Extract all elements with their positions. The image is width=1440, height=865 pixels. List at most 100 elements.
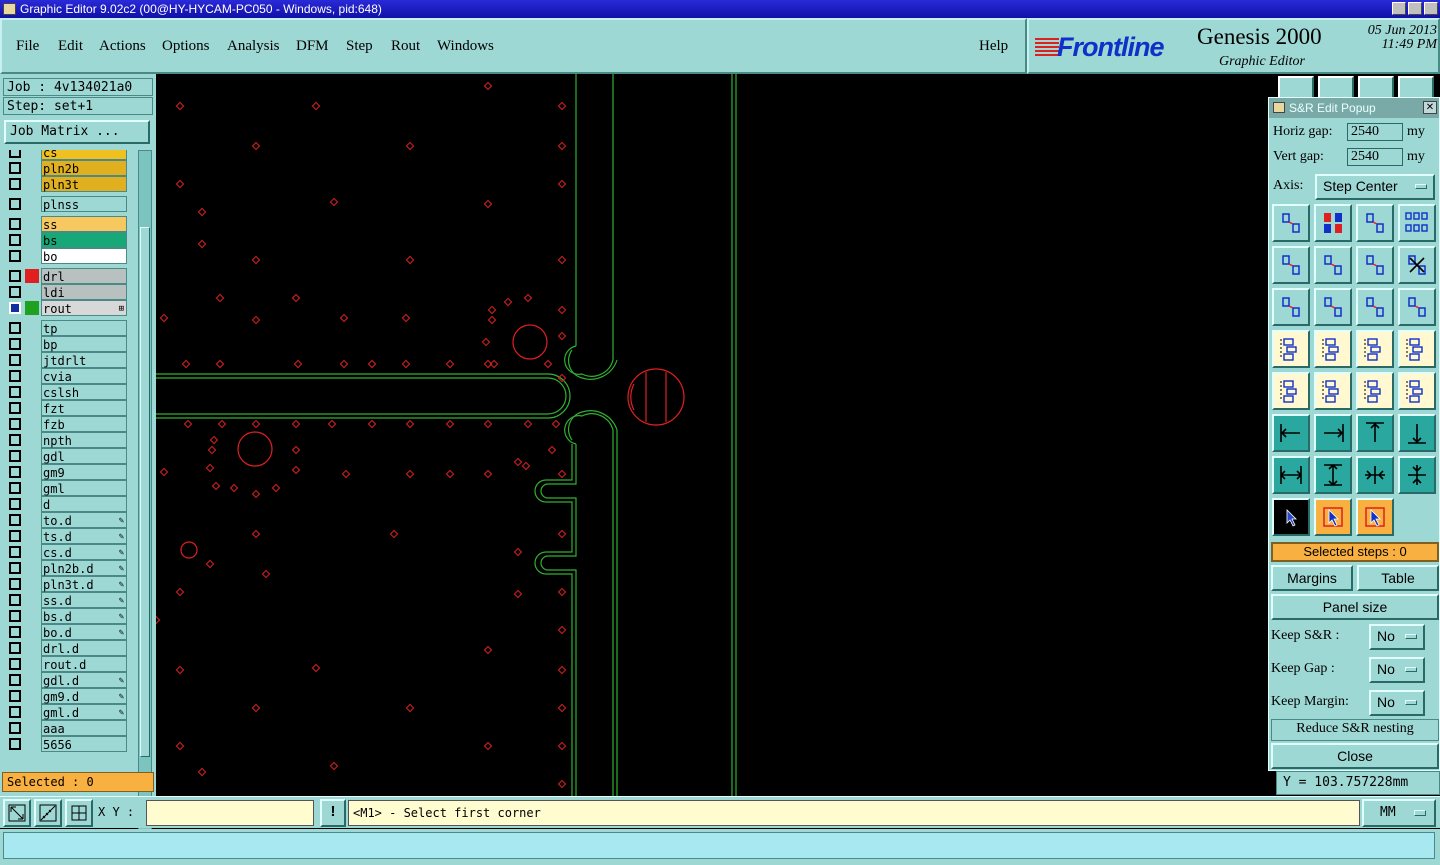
layer-checkbox[interactable] [9, 354, 21, 366]
align-bottom-group-button[interactable] [1398, 330, 1436, 368]
layer-checkbox[interactable] [9, 642, 21, 654]
layer-row-gdl[interactable]: gdl [5, 448, 127, 464]
layer-color-swatch[interactable] [25, 625, 39, 639]
layer-color-swatch[interactable] [25, 233, 39, 247]
layer-row-gm9-d[interactable]: gm9.d ✎ [5, 688, 127, 704]
layer-name[interactable]: ldi [41, 284, 127, 300]
layer-checkbox[interactable] [9, 338, 21, 350]
menu-help[interactable]: Help [979, 38, 1008, 55]
layer-color-swatch[interactable] [25, 337, 39, 351]
menu-edit[interactable]: Edit [58, 38, 83, 55]
delete-step-button[interactable] [1398, 246, 1436, 284]
layer-name[interactable]: bs [41, 232, 127, 248]
layer-checkbox[interactable] [9, 498, 21, 510]
layer-name[interactable]: gm9 [41, 464, 127, 480]
layer-checkbox[interactable] [9, 386, 21, 398]
layer-row-cvia[interactable]: cvia [5, 368, 127, 384]
margins-button[interactable]: Margins [1271, 565, 1353, 591]
layer-row-plnss[interactable]: plnss [5, 196, 127, 212]
layer-name[interactable]: ss [41, 216, 127, 232]
layer-name[interactable]: ts.d ✎ [41, 528, 127, 544]
copy-move-button[interactable] [1314, 246, 1352, 284]
menu-step[interactable]: Step [346, 38, 373, 55]
panel-size-button[interactable]: Panel size [1271, 594, 1439, 620]
layer-row-gdl-d[interactable]: gdl.d ✎ [5, 672, 127, 688]
mirror-x-button[interactable] [1272, 288, 1310, 326]
stack-h-button[interactable] [1398, 372, 1436, 410]
axis-dropdown[interactable]: Step Center [1315, 174, 1435, 200]
layer-name[interactable]: ss.d ✎ [41, 592, 127, 608]
layer-row-rout[interactable]: rout ⊞ [5, 300, 127, 316]
layer-name[interactable]: d [41, 496, 127, 512]
layer-row-ldi[interactable]: ldi [5, 284, 127, 300]
layer-checkbox[interactable] [9, 234, 21, 246]
layer-row-cslsh[interactable]: cslsh [5, 384, 127, 400]
layer-checkbox[interactable] [9, 370, 21, 382]
layer-row-bs-d[interactable]: bs.d ✎ [5, 608, 127, 624]
layer-row-drl[interactable]: drl [5, 268, 127, 284]
layer-checkbox[interactable] [9, 530, 21, 542]
layer-color-swatch[interactable] [25, 285, 39, 299]
layer-checkbox[interactable] [9, 610, 21, 622]
table-button[interactable]: Table [1357, 565, 1439, 591]
layer-color-swatch[interactable] [25, 593, 39, 607]
layer-color-swatch[interactable] [25, 177, 39, 191]
layer-checkbox[interactable] [9, 738, 21, 750]
layer-row-cs[interactable]: cs [5, 150, 127, 160]
layer-color-swatch[interactable] [25, 321, 39, 335]
layer-color-swatch[interactable] [25, 529, 39, 543]
layer-color-swatch[interactable] [25, 673, 39, 687]
layer-color-swatch[interactable] [25, 641, 39, 655]
layer-color-swatch[interactable] [25, 721, 39, 735]
layer-name[interactable]: jtdrlt [41, 352, 127, 368]
keep-gap-dropdown[interactable]: No [1369, 657, 1425, 683]
layer-checkbox[interactable] [9, 270, 21, 282]
layer-name[interactable]: plnss [41, 196, 127, 212]
layer-checkbox[interactable] [9, 250, 21, 262]
layer-name[interactable]: drl [41, 268, 127, 284]
explode-step-button[interactable] [1314, 204, 1352, 242]
vert-gap-input[interactable]: 2540 [1347, 148, 1403, 166]
layer-checkbox[interactable] [9, 198, 21, 210]
zoom-fit-button[interactable] [3, 799, 31, 827]
layer-row-gml-d[interactable]: gml.d ✎ [5, 704, 127, 720]
align-right-group-button[interactable] [1314, 330, 1352, 368]
flip-step-button[interactable] [1398, 288, 1436, 326]
layer-row-bp[interactable]: bp [5, 336, 127, 352]
layer-color-swatch[interactable] [25, 449, 39, 463]
stretch-v-button[interactable] [1314, 456, 1352, 494]
layer-row-tp[interactable]: tp [5, 320, 127, 336]
layer-row-drl-d[interactable]: drl.d [5, 640, 127, 656]
layer-name[interactable]: cvia [41, 368, 127, 384]
layer-color-swatch[interactable] [25, 465, 39, 479]
shrink-h-button[interactable] [1356, 456, 1394, 494]
layer-row-fzt[interactable]: fzt [5, 400, 127, 416]
layer-checkbox[interactable] [9, 302, 21, 314]
layer-checkbox[interactable] [9, 466, 21, 478]
layer-scrollbar[interactable] [138, 150, 152, 842]
layer-color-swatch[interactable] [25, 545, 39, 559]
layer-name[interactable]: bs.d ✎ [41, 608, 127, 624]
move-step-button[interactable] [1272, 246, 1310, 284]
layer-color-swatch[interactable] [25, 197, 39, 211]
layer-color-swatch[interactable] [25, 561, 39, 575]
align-top-group-button[interactable] [1356, 330, 1394, 368]
job-matrix-button[interactable]: Job Matrix ... [4, 120, 150, 144]
layer-color-swatch[interactable] [25, 609, 39, 623]
layer-name[interactable]: to.d ✎ [41, 512, 127, 528]
layer-name[interactable]: aaa [41, 720, 127, 736]
layer-name[interactable]: bo.d ✎ [41, 624, 127, 640]
layer-checkbox[interactable] [9, 178, 21, 190]
layer-name[interactable]: pln3t [41, 176, 127, 192]
layer-color-swatch[interactable] [25, 657, 39, 671]
layer-row-ss[interactable]: ss [5, 216, 127, 232]
layer-color-swatch[interactable] [25, 577, 39, 591]
layer-checkbox[interactable] [9, 674, 21, 686]
arrow-left-button[interactable] [1272, 414, 1310, 452]
align-left-group-button[interactable] [1272, 330, 1310, 368]
space-even-button[interactable] [1356, 372, 1394, 410]
layer-row-5656[interactable]: 5656 [5, 736, 127, 752]
layer-color-swatch[interactable] [25, 249, 39, 263]
layer-row-ts-d[interactable]: ts.d ✎ [5, 528, 127, 544]
layer-row-cs-d[interactable]: cs.d ✎ [5, 544, 127, 560]
